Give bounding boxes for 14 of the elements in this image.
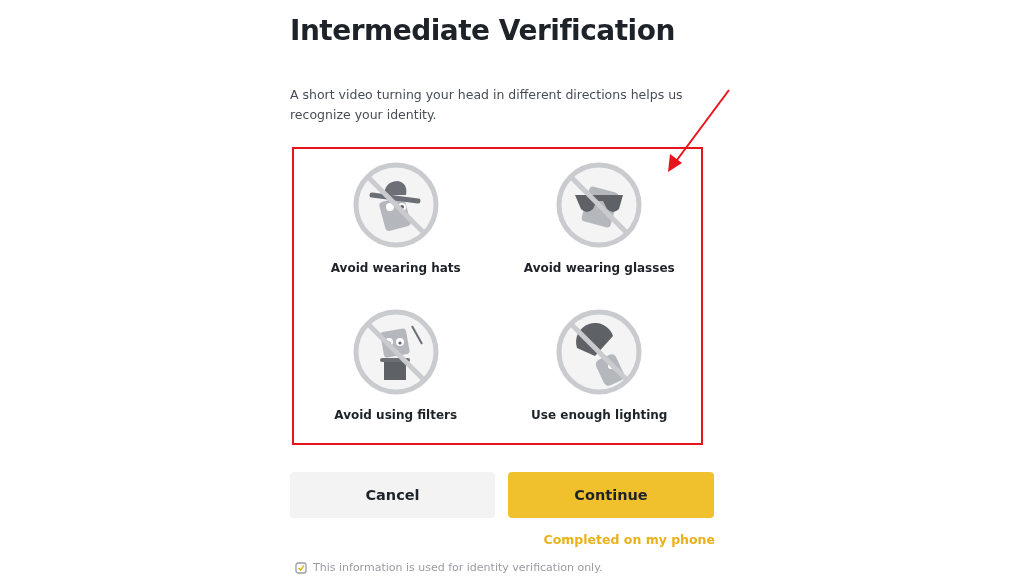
- tip-label: Avoid wearing hats: [330, 261, 461, 275]
- page-title: Intermediate Verification: [290, 14, 676, 48]
- shield-check-icon: [295, 561, 307, 574]
- cancel-button[interactable]: Cancel: [290, 472, 495, 518]
- continue-button[interactable]: Continue: [508, 472, 714, 518]
- tip-label: Avoid wearing glasses: [523, 261, 675, 275]
- no-filters-icon: [351, 308, 440, 396]
- no-sunglasses-icon: [555, 161, 644, 249]
- tip-label: Avoid using filters: [334, 408, 458, 422]
- description-text: A short video turning your head in different directions helps us recognize your identity.: [290, 86, 684, 124]
- tip-label: Use enough lighting: [531, 408, 668, 422]
- lighting-icon: [555, 308, 644, 396]
- no-hat-icon: [351, 161, 440, 249]
- info-note: This information is used for identity verification only.: [313, 561, 603, 574]
